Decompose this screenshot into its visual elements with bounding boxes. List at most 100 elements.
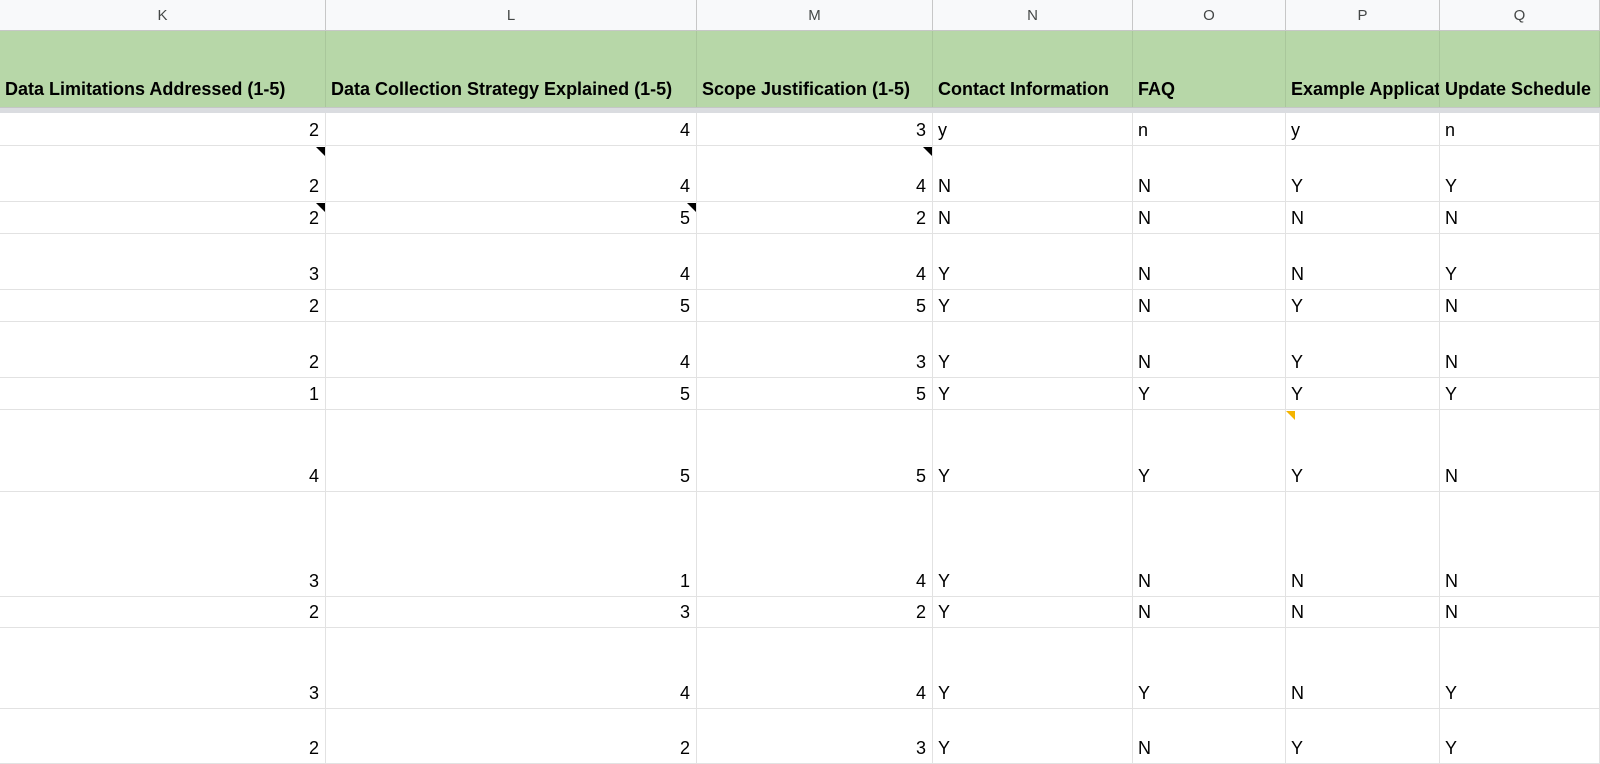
cell-m-row-5[interactable]: 5	[697, 290, 933, 322]
cell-p-row-2[interactable]: Y	[1286, 146, 1440, 202]
cell-n-row-1[interactable]: y	[933, 113, 1133, 146]
cell-m-row-8[interactable]: 5	[697, 410, 933, 492]
cell-q-row-7[interactable]: Y	[1440, 378, 1600, 410]
spreadsheet-grid[interactable]: K L M N O P Q Data Limitations Addressed (1-5) D…	[0, 0, 1600, 764]
column-header-l[interactable]: L	[326, 0, 697, 31]
cell-n-row-9[interactable]: Y	[933, 492, 1133, 597]
cell-k-row-11[interactable]: 3	[0, 628, 326, 709]
cell-m-row-6[interactable]: 3	[697, 322, 933, 378]
cell-l-row-5[interactable]: 5	[326, 290, 697, 322]
cell-n-row-4[interactable]: Y	[933, 234, 1133, 290]
cell-l-row-4[interactable]: 4	[326, 234, 697, 290]
cell-k-row-5[interactable]: 2	[0, 290, 326, 322]
cell-n-row-5[interactable]: Y	[933, 290, 1133, 322]
cell-m-row-4[interactable]: 4	[697, 234, 933, 290]
cell-l-row-1[interactable]: 4	[326, 113, 697, 146]
header-cell-q[interactable]: Update Schedule	[1440, 31, 1600, 107]
cell-note-indicator	[1277, 411, 1295, 420]
cell-m-row-1[interactable]: 3	[697, 113, 933, 146]
cell-m-row-3[interactable]: 2	[697, 202, 933, 234]
cell-n-row-10[interactable]: Y	[933, 597, 1133, 628]
cell-l-row-10[interactable]: 3	[326, 597, 697, 628]
cell-o-row-2[interactable]: N	[1133, 146, 1286, 202]
cell-k-row-1[interactable]: 2	[0, 113, 326, 146]
cell-o-row-6[interactable]: N	[1133, 322, 1286, 378]
cell-q-row-9[interactable]: N	[1440, 492, 1600, 597]
cell-n-row-3[interactable]: N	[933, 202, 1133, 234]
header-cell-k[interactable]: Data Limitations Addressed (1-5)	[0, 31, 326, 107]
cell-o-row-9[interactable]: N	[1133, 492, 1286, 597]
cell-l-row-9[interactable]: 1	[326, 492, 697, 597]
cell-l-row-7[interactable]: 5	[326, 378, 697, 410]
cell-n-row-11[interactable]: Y	[933, 628, 1133, 709]
cell-k-row-2[interactable]: 2	[0, 146, 326, 202]
cell-p-row-11[interactable]: N	[1286, 628, 1440, 709]
column-header-p[interactable]: P	[1286, 0, 1440, 31]
cell-q-row-4[interactable]: Y	[1440, 234, 1600, 290]
cell-p-row-12[interactable]: Y	[1286, 709, 1440, 764]
cell-k-row-4[interactable]: 3	[0, 234, 326, 290]
header-cell-o[interactable]: FAQ	[1133, 31, 1286, 107]
cell-p-row-10[interactable]: N	[1286, 597, 1440, 628]
cell-o-row-5[interactable]: N	[1133, 290, 1286, 322]
cell-o-row-8[interactable]: Y	[1133, 410, 1286, 492]
cell-m-row-2[interactable]: 4	[697, 146, 933, 202]
cell-o-row-12[interactable]: N	[1133, 709, 1286, 764]
cell-k-row-7[interactable]: 1	[0, 378, 326, 410]
cell-l-row-2[interactable]: 4	[326, 146, 697, 202]
header-cell-p[interactable]: Example Applications	[1286, 31, 1440, 107]
cell-n-row-6[interactable]: Y	[933, 322, 1133, 378]
cell-k-row-8[interactable]: 4	[0, 410, 326, 492]
cell-q-row-10[interactable]: N	[1440, 597, 1600, 628]
cell-l-row-8[interactable]: 5	[326, 410, 697, 492]
column-header-n[interactable]: N	[933, 0, 1133, 31]
cell-k-row-9[interactable]: 3	[0, 492, 326, 597]
cell-q-row-11[interactable]: Y	[1440, 628, 1600, 709]
column-header-q[interactable]: Q	[1440, 0, 1600, 31]
cell-o-row-4[interactable]: N	[1133, 234, 1286, 290]
cell-n-row-8[interactable]: Y	[933, 410, 1133, 492]
header-cell-l[interactable]: Data Collection Strategy Explained (1-5)	[326, 31, 697, 107]
cell-l-row-11[interactable]: 4	[326, 628, 697, 709]
cell-p-row-7[interactable]: Y	[1286, 378, 1440, 410]
cell-o-row-7[interactable]: Y	[1133, 378, 1286, 410]
cell-m-row-7[interactable]: 5	[697, 378, 933, 410]
header-cell-n[interactable]: Contact Information	[933, 31, 1133, 107]
cell-l-row-3[interactable]: 5	[326, 202, 697, 234]
cell-k-row-10[interactable]: 2	[0, 597, 326, 628]
cell-q-row-1[interactable]: n	[1440, 113, 1600, 146]
cell-n-row-7[interactable]: Y	[933, 378, 1133, 410]
cell-o-row-10[interactable]: N	[1133, 597, 1286, 628]
cell-n-row-2[interactable]: N	[933, 146, 1133, 202]
cell-m-row-10[interactable]: 2	[697, 597, 933, 628]
cell-q-row-8[interactable]: N	[1440, 410, 1600, 492]
cell-p-row-8[interactable]: Y	[1286, 410, 1440, 492]
cell-p-row-4[interactable]: N	[1286, 234, 1440, 290]
cell-p-row-3[interactable]: N	[1286, 202, 1440, 234]
cell-m-row-11[interactable]: 4	[697, 628, 933, 709]
column-header-m[interactable]: M	[697, 0, 933, 31]
cell-l-row-12[interactable]: 2	[326, 709, 697, 764]
cell-o-row-11[interactable]: Y	[1133, 628, 1286, 709]
cell-m-row-9[interactable]: 4	[697, 492, 933, 597]
cell-o-row-1[interactable]: n	[1133, 113, 1286, 146]
cell-n-row-12[interactable]: Y	[933, 709, 1133, 764]
cell-l-row-6[interactable]: 4	[326, 322, 697, 378]
cell-o-row-3[interactable]: N	[1133, 202, 1286, 234]
cell-p-row-5[interactable]: Y	[1286, 290, 1440, 322]
cell-p-row-9[interactable]: N	[1286, 492, 1440, 597]
cell-q-row-12[interactable]: Y	[1440, 709, 1600, 764]
cell-k-row-12[interactable]: 2	[0, 709, 326, 764]
cell-q-row-2[interactable]: Y	[1440, 146, 1600, 202]
cell-k-row-3[interactable]: 2	[0, 202, 326, 234]
cell-q-row-6[interactable]: N	[1440, 322, 1600, 378]
cell-p-row-1[interactable]: y	[1286, 113, 1440, 146]
column-header-o[interactable]: O	[1133, 0, 1286, 31]
cell-q-row-5[interactable]: N	[1440, 290, 1600, 322]
cell-m-row-12[interactable]: 3	[697, 709, 933, 764]
cell-q-row-3[interactable]: N	[1440, 202, 1600, 234]
header-cell-m[interactable]: Scope Justification (1-5)	[697, 31, 933, 107]
column-header-k[interactable]: K	[0, 0, 326, 31]
cell-p-row-6[interactable]: Y	[1286, 322, 1440, 378]
cell-k-row-6[interactable]: 2	[0, 322, 326, 378]
